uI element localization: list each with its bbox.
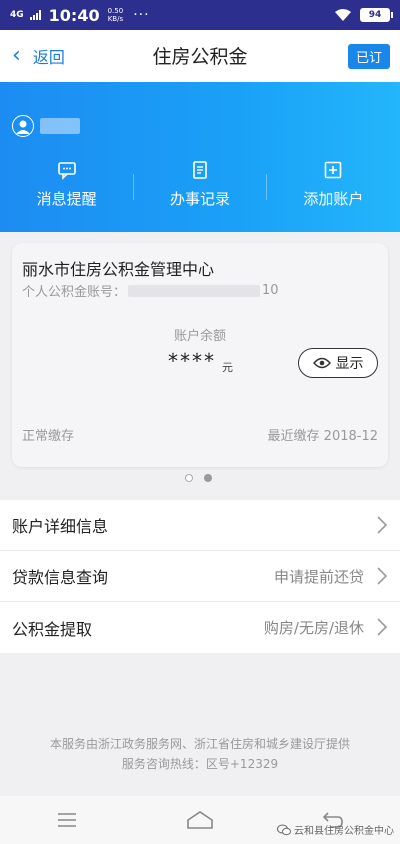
card-pager: [185, 474, 212, 482]
account-suffix: 10: [262, 283, 279, 298]
account-number: 个人公积金账号： 10: [22, 281, 279, 300]
list-item-loan-query[interactable]: 贷款信息查询 申请提前还贷: [0, 551, 400, 602]
center-name: 丽水市住房公积金管理中心: [22, 260, 215, 279]
user-name-redacted: [40, 118, 80, 134]
quick-action-records[interactable]: 办事记录: [133, 160, 266, 209]
net-speed-unit: KB/s: [107, 15, 124, 23]
latest-deposit: 最近缴存 2018-12: [267, 429, 378, 444]
account-card[interactable]: 丽水市住房公积金管理中心 个人公积金账号： 10 账户余额 **** 元 显示 …: [12, 243, 388, 467]
nav-bar: ‹ 返回 住房公积金 已订: [0, 30, 400, 82]
list-item-label: 公积金提取: [12, 619, 93, 639]
show-balance-button[interactable]: 显示: [298, 348, 378, 378]
network-type: 4G: [10, 9, 24, 20]
more-notifications-icon: ···: [133, 7, 150, 23]
eye-icon: [312, 357, 331, 369]
list-item-label: 账户详细信息: [12, 517, 109, 536]
menu-icon: [57, 813, 76, 827]
wifi-icon: [335, 9, 351, 21]
footer-hotline: 服务咨询热线：区号+12329: [121, 757, 279, 771]
show-balance-label: 显示: [335, 356, 364, 372]
chevron-right-icon: [377, 516, 388, 534]
wechat-icon: [277, 824, 291, 835]
quick-action-add-account[interactable]: 添加账户: [267, 160, 400, 209]
watermark: 云和县住房公积金中心: [277, 822, 394, 837]
account-number-redacted: [128, 284, 261, 297]
status-bar: 4G 10:40 0.50 KB/s ··· 94: [0, 0, 400, 30]
chevron-right-icon: [377, 618, 388, 636]
service-footer: 本服务由浙江政务服务网、浙江省住房和城乡建设厅提供 服务咨询热线：区号+1232…: [0, 734, 400, 774]
service-list: 账户详细信息 贷款信息查询 申请提前还贷 公积金提取 购房/无房/退休: [0, 500, 400, 653]
balance-unit: 元: [222, 361, 233, 374]
account-banner: 消息提醒 办事记录 添加账户: [0, 82, 400, 232]
subscribed-button[interactable]: 已订: [347, 44, 390, 69]
avatar-icon: [12, 115, 34, 137]
list-item-account-details[interactable]: 账户详细信息: [0, 500, 400, 551]
quick-action-label: 消息提醒: [36, 190, 97, 208]
net-speed-value: 0.50: [107, 7, 124, 15]
pager-dot-active[interactable]: [204, 474, 212, 482]
list-item-hint: 购房/无房/退休: [263, 619, 364, 637]
account-label: 个人公积金账号：: [22, 285, 127, 300]
document-icon: [193, 161, 207, 179]
quick-action-messages[interactable]: 消息提醒: [0, 160, 133, 209]
quick-action-label: 添加账户: [303, 190, 364, 208]
message-icon: [57, 162, 76, 180]
quick-action-label: 办事记录: [169, 190, 230, 208]
balance-value: ****: [168, 349, 216, 373]
pager-dot[interactable]: [185, 474, 193, 482]
battery-icon: 94: [360, 8, 393, 22]
balance-label: 账户余额: [173, 329, 226, 344]
divider: [133, 174, 134, 200]
clock: 10:40: [48, 5, 100, 25]
watermark-text: 云和县住房公积金中心: [294, 826, 394, 837]
user-info: [12, 115, 80, 137]
signal-icon: [29, 10, 41, 20]
deposit-status: 正常缴存: [22, 429, 75, 444]
add-icon: [325, 161, 342, 179]
home-icon: [187, 811, 213, 829]
footer-provider: 本服务由浙江政务服务网、浙江省住房和城乡建设厅提供: [49, 737, 350, 751]
list-item-hint: 申请提前还贷: [273, 567, 364, 586]
divider: [266, 174, 267, 200]
menu-button[interactable]: [0, 812, 133, 828]
quick-actions: 消息提醒 办事记录 添加账户: [0, 160, 400, 209]
page-title: 住房公积金: [152, 46, 248, 68]
list-item-withdrawal[interactable]: 公积金提取 购房/无房/退休: [0, 602, 400, 653]
home-button[interactable]: [133, 811, 266, 829]
list-item-label: 贷款信息查询: [12, 568, 109, 587]
net-speed: 0.50 KB/s: [108, 7, 124, 23]
chevron-right-icon: [377, 567, 388, 585]
